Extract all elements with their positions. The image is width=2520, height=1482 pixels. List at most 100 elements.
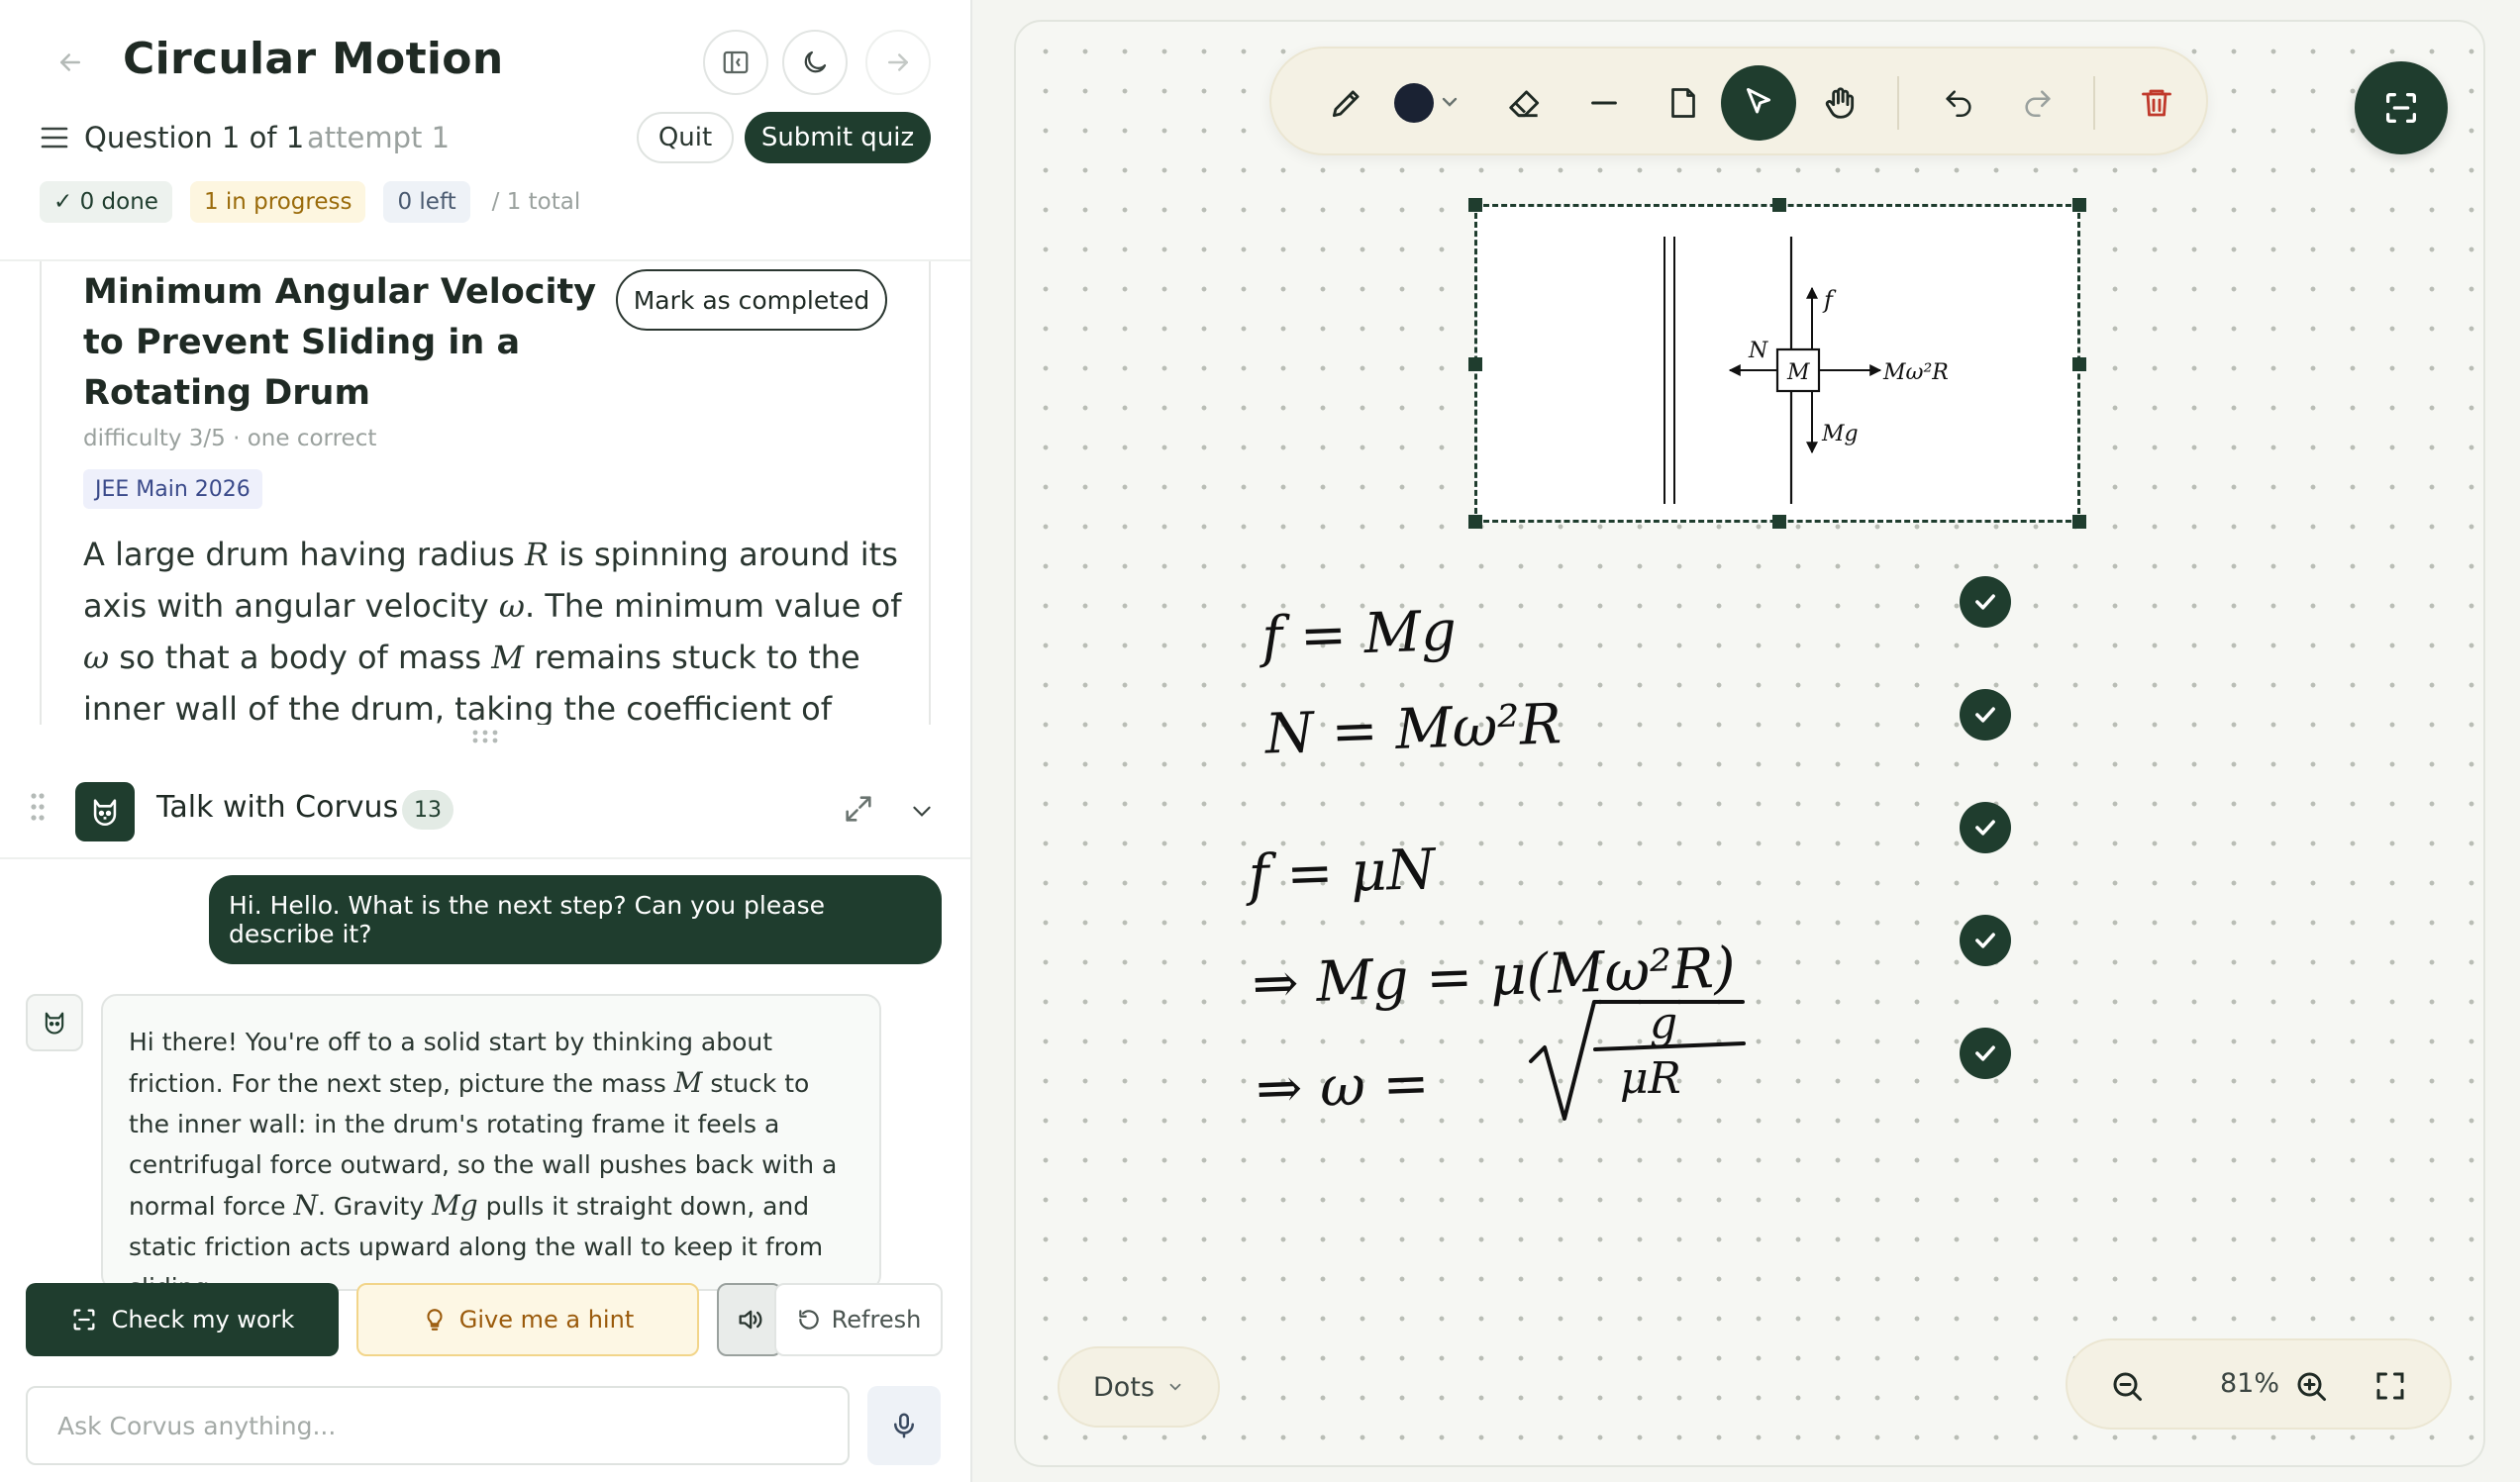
total-label: / 1 total xyxy=(491,189,581,215)
equation-1: f = Mg xyxy=(1257,599,1458,670)
drawing-toolbar xyxy=(1269,47,2208,155)
delete-button[interactable] xyxy=(2119,65,2194,141)
zoom-out-icon xyxy=(2113,1372,2142,1401)
question-body: A large drum having radius R is spinning… xyxy=(83,536,902,725)
resize-handle-icon[interactable] xyxy=(471,729,499,744)
chevron-down-icon xyxy=(1169,1383,1181,1391)
sqrt-denominator: μR xyxy=(1620,1053,1681,1104)
note-tool[interactable] xyxy=(1646,65,1721,141)
select-tool[interactable] xyxy=(1721,65,1796,141)
equation-3: f = μN xyxy=(1244,838,1439,909)
eraser-tool[interactable] xyxy=(1487,65,1562,141)
hand-icon xyxy=(1825,87,1855,119)
question-counter: Question 1 of 1 xyxy=(84,121,305,154)
lightbulb-icon xyxy=(427,1309,443,1331)
undo-icon xyxy=(1946,90,1971,118)
redo-icon xyxy=(2025,90,2051,118)
submit-quiz-button[interactable]: Submit quiz xyxy=(745,112,931,163)
quiz-panel: Circular Motion Question 1 of 1 attempt … xyxy=(0,0,972,1482)
sticky-note-icon xyxy=(1671,88,1695,118)
resize-handle[interactable] xyxy=(1772,198,1786,212)
cat-icon xyxy=(93,799,117,827)
question-title: Minimum Angular Velocity to Prevent Slid… xyxy=(83,272,597,413)
read-aloud-button[interactable] xyxy=(717,1283,782,1356)
check-icon xyxy=(1975,594,1995,610)
theme-toggle-button[interactable] xyxy=(782,30,848,95)
eraser-icon xyxy=(1509,90,1540,118)
fit-screen-button[interactable] xyxy=(2365,1360,2416,1412)
microphone-icon xyxy=(894,1413,914,1438)
force-label-Mg: Mg xyxy=(1821,422,1859,446)
pencil-icon xyxy=(1332,90,1360,118)
check-my-work-button[interactable]: Check my work xyxy=(26,1283,339,1356)
bot-avatar xyxy=(26,994,83,1051)
resize-handle[interactable] xyxy=(2072,198,2086,212)
selected-diagram[interactable]: f N M Mω²R Mg xyxy=(1468,198,2086,529)
question-card: Minimum Angular Velocity to Prevent Slid… xyxy=(40,261,931,725)
attempt-label: attempt 1 xyxy=(307,121,451,154)
resize-handle[interactable] xyxy=(2072,357,2086,371)
resize-handle[interactable] xyxy=(1468,198,1482,212)
sqrt-numerator: g xyxy=(1650,998,1677,1048)
step-correct-badge xyxy=(1960,689,2011,741)
pan-tool[interactable] xyxy=(1802,65,1877,141)
mic-button[interactable] xyxy=(867,1386,941,1465)
line-icon xyxy=(1591,101,1617,105)
chat-title: Talk with Corvus xyxy=(156,790,399,825)
pen-tool[interactable] xyxy=(1309,65,1384,141)
math-var: ω xyxy=(498,587,525,625)
expand-icon[interactable] xyxy=(842,792,875,826)
quit-button[interactable]: Quit xyxy=(637,112,734,163)
chat-header: Talk with Corvus 13 xyxy=(0,764,970,859)
check-icon xyxy=(1975,933,1995,948)
chevron-down-icon[interactable] xyxy=(909,798,935,824)
equation-5: ⇒ ω = xyxy=(1255,1051,1430,1122)
chat-input[interactable] xyxy=(26,1386,850,1465)
cat-icon xyxy=(45,1012,64,1035)
fullscreen-icon xyxy=(2376,1372,2404,1400)
next-button[interactable] xyxy=(865,30,931,95)
undo-button[interactable] xyxy=(1921,65,1996,141)
pointer-icon xyxy=(1747,88,1770,114)
force-label-centrifugal: Mω²R xyxy=(1882,360,1949,385)
speaker-icon xyxy=(739,1310,762,1330)
drag-handle-icon[interactable] xyxy=(30,792,46,822)
background-mode-select[interactable]: Dots xyxy=(1058,1346,1220,1428)
question-meta: difficulty 3/5 · one correct xyxy=(83,426,377,451)
hint-button[interactable]: Give me a hint xyxy=(356,1283,699,1356)
whiteboard-canvas[interactable]: f N M Mω²R Mg f = Mg N = Mω²R f = μN ⇒ M… xyxy=(1014,20,2485,1467)
left-badge: 0 left xyxy=(383,181,470,223)
back-button[interactable] xyxy=(40,32,101,93)
line-tool[interactable] xyxy=(1566,65,1642,141)
force-label-f: f xyxy=(1822,286,1837,314)
color-picker[interactable] xyxy=(1378,65,1473,141)
equation-2: N = Mω²R xyxy=(1262,692,1562,766)
check-icon xyxy=(1975,820,1995,836)
toolbar-divider xyxy=(2093,76,2095,130)
resize-handle[interactable] xyxy=(1772,515,1786,529)
page-title: Circular Motion xyxy=(123,34,504,84)
zoom-in-button[interactable] xyxy=(2285,1360,2337,1412)
exam-tag: JEE Main 2026 xyxy=(83,469,262,509)
scan-canvas-button[interactable] xyxy=(2355,61,2448,154)
resize-handle[interactable] xyxy=(2072,515,2086,529)
toolbar-divider xyxy=(1897,76,1899,130)
toggle-sidebar-button[interactable] xyxy=(703,30,768,95)
force-label-N: N xyxy=(1748,339,1768,363)
in-progress-badge: 1 in progress xyxy=(189,181,366,223)
step-correct-badge xyxy=(1960,915,2011,966)
menu-icon[interactable] xyxy=(40,125,69,150)
zoom-out-button[interactable] xyxy=(2101,1360,2153,1412)
redo-button[interactable] xyxy=(2000,65,2075,141)
resize-handle[interactable] xyxy=(1468,357,1482,371)
user-message: Hi. Hello. What is the next step? Can yo… xyxy=(209,875,942,964)
refresh-button[interactable]: Refresh xyxy=(774,1283,943,1356)
corvus-logo xyxy=(75,782,135,841)
resize-handle[interactable] xyxy=(1468,515,1482,529)
mark-completed-button[interactable]: Mark as completed xyxy=(616,269,887,331)
scan-icon xyxy=(2386,93,2416,124)
mass-label: M xyxy=(1786,360,1810,385)
step-correct-badge xyxy=(1960,1028,2011,1079)
bot-message: Hi there! You're off to a solid start by… xyxy=(101,994,881,1291)
math-var: ω xyxy=(83,639,110,676)
